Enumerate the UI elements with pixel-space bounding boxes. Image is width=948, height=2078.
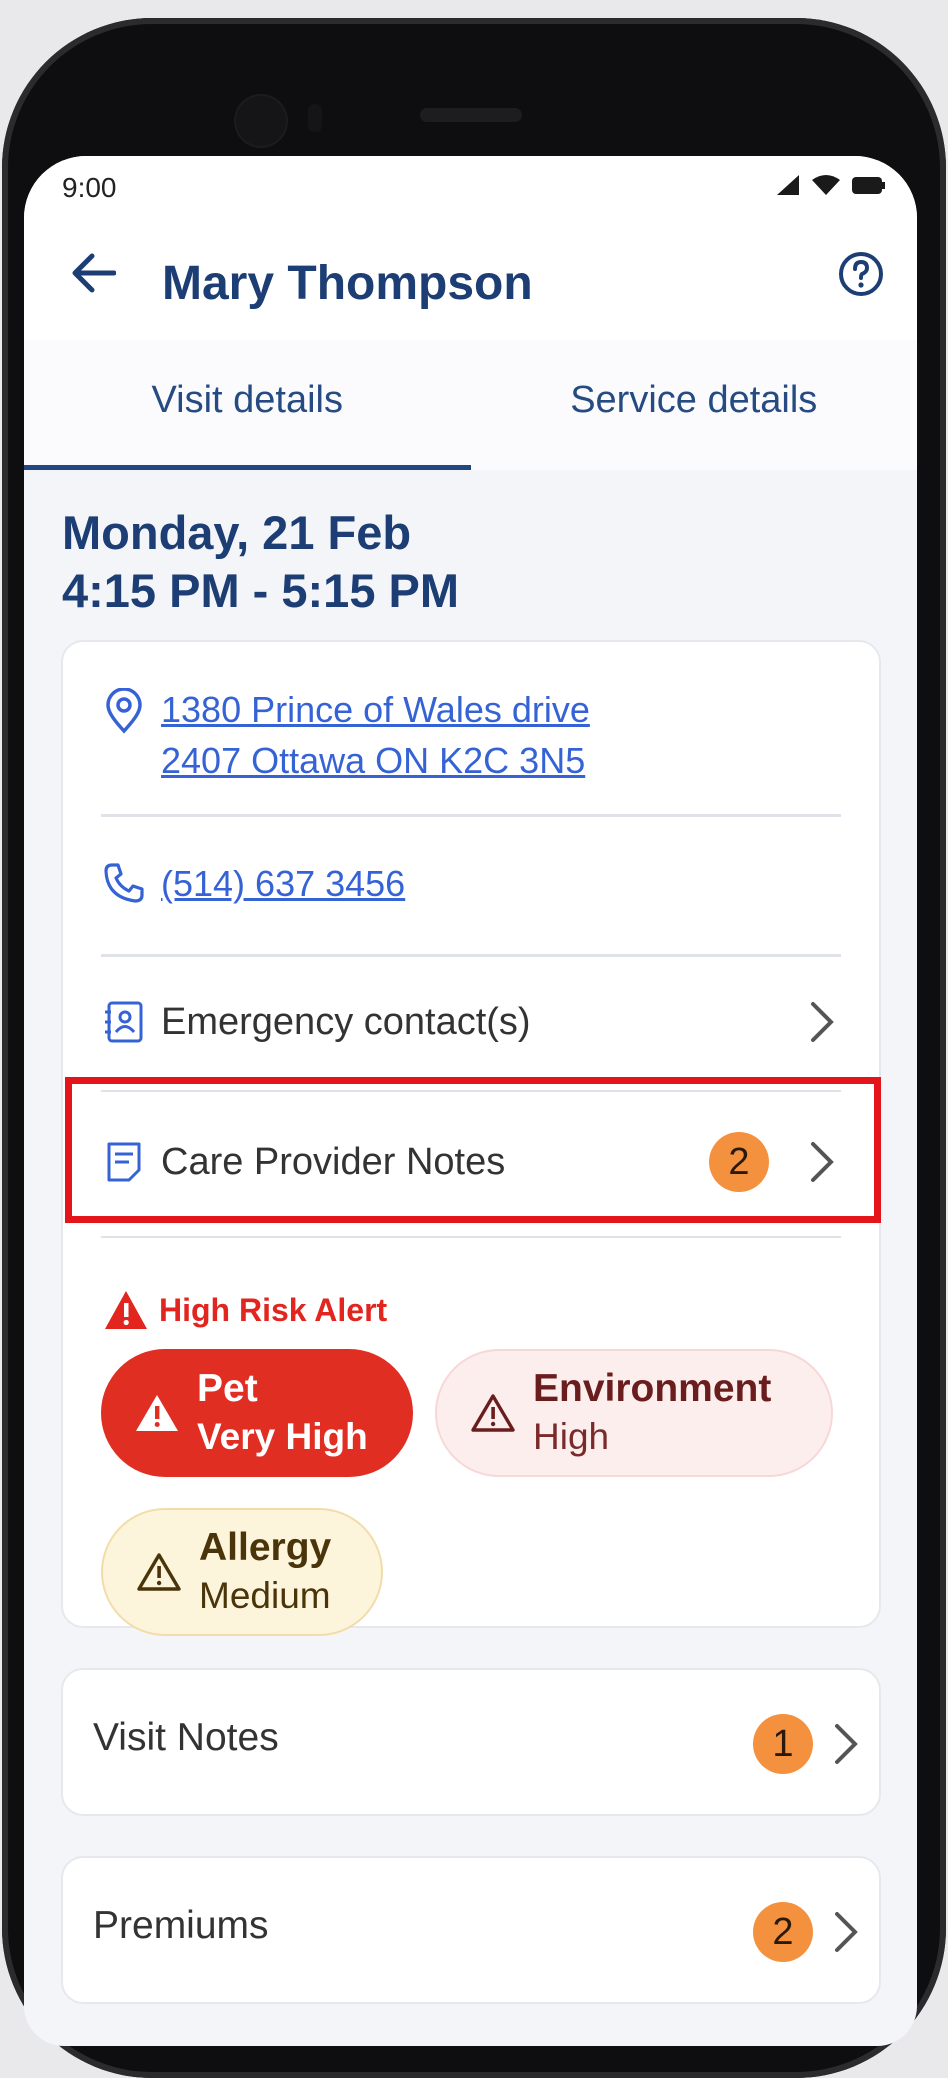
status-icons [775, 174, 885, 196]
alert-triangle-icon [105, 1291, 147, 1329]
phone-link[interactable]: (514) 637 3456 [161, 858, 405, 909]
highlight-box [65, 1077, 881, 1223]
divider [101, 954, 841, 957]
risk-name: Environment [533, 1367, 772, 1410]
visit-datetime: Monday, 21 Feb 4:15 PM - 5:15 PM [62, 504, 459, 620]
visit-notes-card[interactable]: Visit Notes 1 [61, 1668, 881, 1816]
screen: 9:00 Mary Thompson Visit details Service… [24, 156, 917, 2046]
help-icon [839, 252, 883, 296]
earpiece-speaker [420, 108, 522, 122]
warning-icon [136, 1395, 178, 1431]
premiums-count-badge: 2 [753, 1902, 813, 1962]
address-row: 1380 Prince of Wales drive 2407 Ottawa O… [101, 684, 841, 786]
chevron-right-icon [811, 1002, 834, 1042]
client-details-card: 1380 Prince of Wales drive 2407 Ottawa O… [61, 640, 881, 1636]
visit-date: Monday, 21 Feb [62, 506, 412, 559]
tab-visit-details[interactable]: Visit details [24, 340, 471, 470]
battery-icon [852, 177, 885, 194]
app-bar: Mary Thompson [24, 206, 917, 340]
divider [101, 814, 841, 817]
risk-level: High [533, 1416, 610, 1457]
chevron-right-icon [835, 1912, 858, 1952]
risk-pill-pet[interactable]: Pet Very High [101, 1349, 413, 1477]
visit-notes-label: Visit Notes [93, 1716, 279, 1759]
high-risk-alert-title: High Risk Alert [159, 1291, 388, 1328]
contact-book-icon [105, 1001, 143, 1043]
address-link[interactable]: 1380 Prince of Wales drive 2407 Ottawa O… [161, 684, 590, 786]
back-button[interactable] [66, 246, 120, 300]
high-risk-alert-header: High Risk Alert [103, 1289, 387, 1331]
risk-name: Allergy [199, 1526, 332, 1569]
help-button[interactable] [835, 248, 887, 300]
visit-notes-count-badge: 1 [753, 1714, 813, 1774]
wifi-icon [812, 175, 840, 195]
back-arrow-icon [72, 253, 116, 293]
signal-icon [777, 175, 799, 195]
premiums-label: Premiums [93, 1904, 269, 1947]
warning-icon [471, 1394, 515, 1432]
tab-service-details[interactable]: Service details [471, 340, 918, 470]
emergency-contacts-label: Emergency contact(s) [161, 1001, 531, 1043]
status-bar: 9:00 [24, 156, 917, 206]
warning-icon [137, 1553, 181, 1591]
visit-time-range: 4:15 PM - 5:15 PM [62, 564, 460, 617]
address-line-1: 1380 Prince of Wales drive [161, 689, 590, 730]
status-time: 9:00 [62, 172, 117, 203]
risk-name: Pet [197, 1367, 258, 1410]
risk-level: Medium [199, 1575, 331, 1616]
front-camera [236, 96, 286, 146]
phone-row: (514) 637 3456 [101, 858, 841, 909]
emergency-contacts-row[interactable]: Emergency contact(s) [101, 992, 841, 1052]
risk-level: Very High [197, 1416, 368, 1457]
chevron-right-icon [835, 1724, 858, 1764]
phone-icon [104, 863, 144, 903]
address-line-2: 2407 Ottawa ON K2C 3N5 [161, 740, 586, 781]
phone-frame: 9:00 Mary Thompson Visit details Service… [2, 18, 946, 2078]
divider [101, 1236, 841, 1238]
visit-details-content: Monday, 21 Feb 4:15 PM - 5:15 PM 1380 Pr… [24, 470, 917, 2046]
risk-pill-environment[interactable]: Environment High [435, 1349, 833, 1477]
proximity-sensor [308, 104, 322, 132]
risk-pill-allergy[interactable]: Allergy Medium [101, 1508, 383, 1636]
location-pin-icon [106, 688, 142, 734]
premiums-card[interactable]: Premiums 2 [61, 1856, 881, 2004]
page-title: Mary Thompson [162, 257, 533, 310]
tab-bar: Visit details Service details [24, 340, 917, 470]
